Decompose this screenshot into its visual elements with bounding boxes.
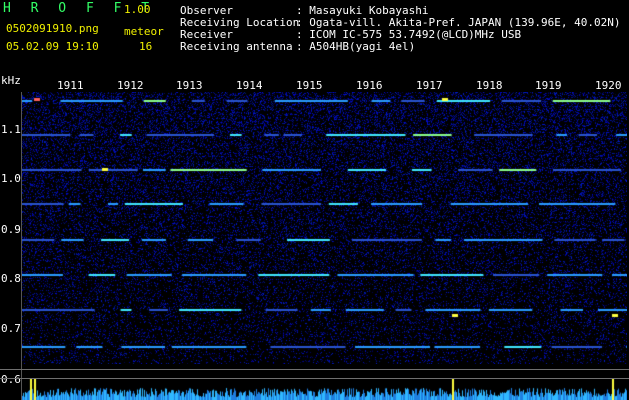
x-tick-label: 1913 bbox=[176, 79, 203, 92]
x-tick-label: 1920 bbox=[595, 79, 622, 92]
y-axis-unit: kHz bbox=[1, 74, 21, 87]
file-datetime: 05.02.09 19:10 bbox=[6, 40, 99, 53]
x-tick-label: 1918 bbox=[476, 79, 503, 92]
plot-separator bbox=[0, 369, 629, 370]
y-tick-label: 0.7 bbox=[1, 322, 21, 335]
antenna-value: : A504HB(yagi 4el) bbox=[296, 40, 416, 53]
app-version: 1.00 bbox=[124, 3, 151, 16]
x-tick-label: 1915 bbox=[296, 79, 323, 92]
x-tick-label: 1911 bbox=[57, 79, 84, 92]
file-name: 0502091910.png bbox=[6, 22, 99, 35]
antenna-label: Receiving antenna bbox=[180, 40, 293, 53]
y-tick-label: 0.8 bbox=[1, 272, 21, 285]
x-tick-label: 1917 bbox=[416, 79, 443, 92]
x-tick-label: 1912 bbox=[117, 79, 144, 92]
x-tick-label: 1914 bbox=[236, 79, 263, 92]
meteor-label: meteor bbox=[124, 25, 164, 38]
x-tick-label: 1919 bbox=[535, 79, 562, 92]
y-tick-label: 1.1 bbox=[1, 123, 21, 136]
y-tick-label: 1.0 bbox=[1, 172, 21, 185]
spectrogram-plot bbox=[22, 92, 627, 364]
amplitude-strip bbox=[22, 379, 627, 400]
spectrogram-window: H R O F F T 1.00 0502091910.png 05.02.09… bbox=[0, 0, 629, 400]
meteor-count: 16 bbox=[139, 40, 153, 53]
y-tick-label: 0.6 bbox=[1, 373, 21, 386]
y-tick-label: 0.9 bbox=[1, 223, 21, 236]
x-tick-label: 1916 bbox=[356, 79, 383, 92]
